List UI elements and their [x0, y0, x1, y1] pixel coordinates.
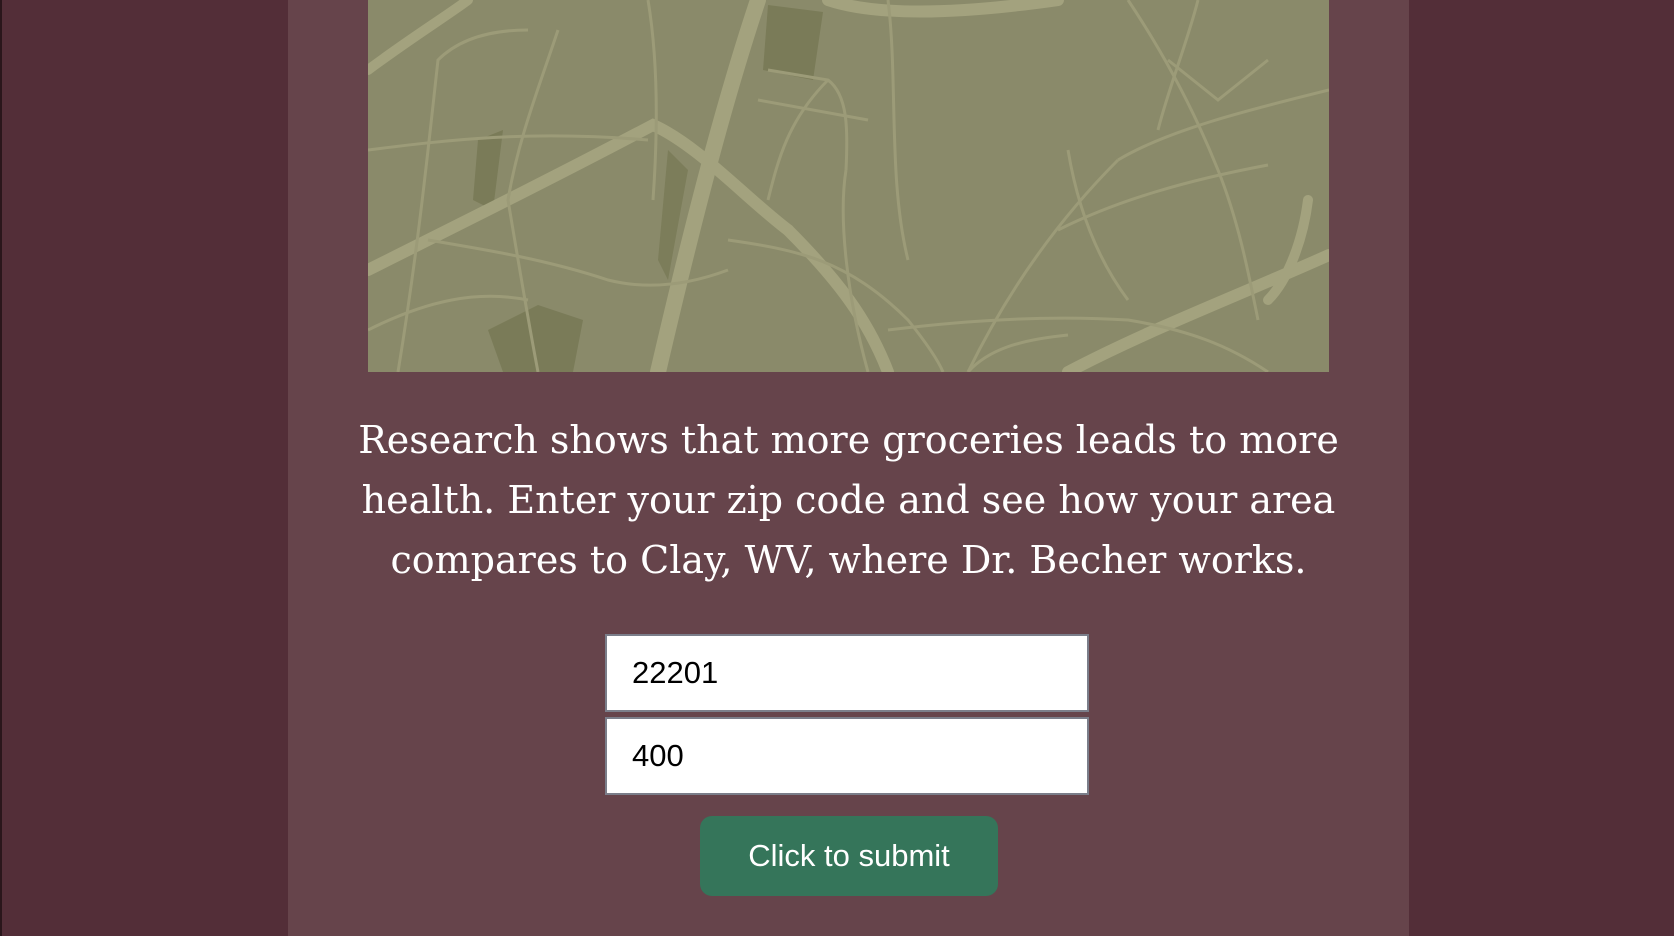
submit-button[interactable]: Click to submit [700, 816, 998, 896]
distance-input[interactable] [605, 717, 1089, 795]
map-roads-illustration [368, 0, 1329, 372]
map-image [368, 0, 1329, 372]
intro-text: Research shows that more groceries leads… [358, 418, 1339, 582]
content-panel: Research shows that more groceries leads… [288, 0, 1409, 936]
zip-code-input[interactable] [605, 634, 1089, 712]
window-edge [0, 0, 2, 936]
